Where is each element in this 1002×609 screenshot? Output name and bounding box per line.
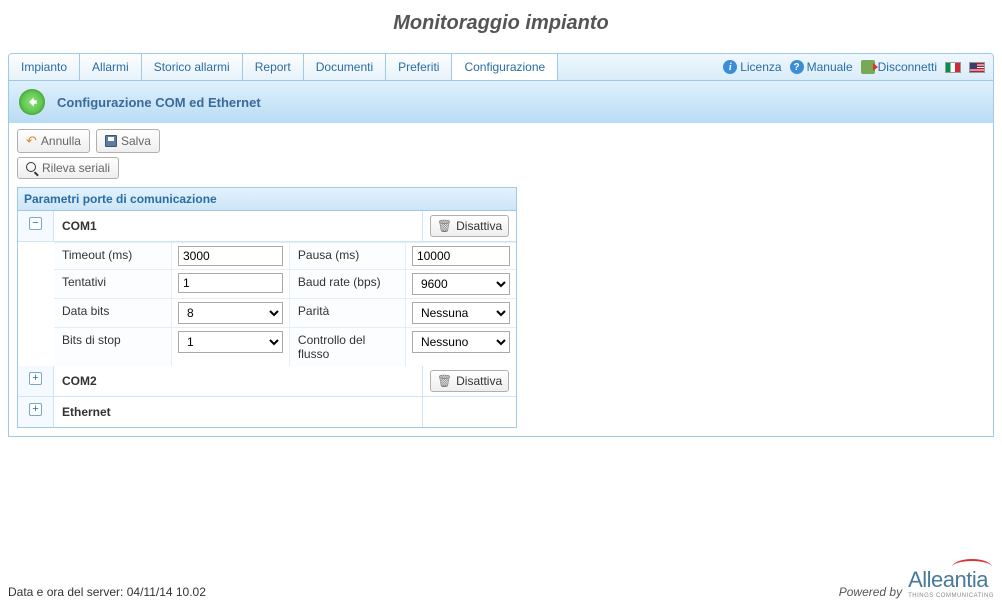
collapse-button[interactable]: − <box>29 217 42 230</box>
license-link[interactable]: iLicenza <box>723 60 781 74</box>
tab-storico-allarmi[interactable]: Storico allarmi <box>142 54 243 80</box>
tab-configurazione[interactable]: Configurazione <box>452 54 558 80</box>
tab-documenti[interactable]: Documenti <box>304 54 386 80</box>
toolbar-row2: Rileva seriali <box>9 155 993 185</box>
tab-report[interactable]: Report <box>243 54 304 80</box>
panel-title: Parametri porte di comunicazione <box>18 188 516 211</box>
parity-select[interactable]: Nessuna <box>412 302 510 324</box>
retries-label: Tentativi <box>54 270 172 298</box>
port-row-com1: − COM1 🗑 Disattiva <box>18 211 516 242</box>
parity-label: Parità <box>290 299 406 327</box>
section-header: Configurazione COM ed Ethernet <box>9 81 993 123</box>
undo-icon: ↶ <box>26 133 37 149</box>
port-row-com2: + COM2 🗑 Disattiva <box>18 366 516 397</box>
logo-subtitle: THINGS COMMUNICATING <box>908 593 994 599</box>
back-button[interactable] <box>19 89 45 115</box>
flow-label: Controllo del flusso <box>290 328 406 366</box>
license-label: Licenza <box>740 60 781 74</box>
port-name: COM2 <box>54 366 422 396</box>
baud-label: Baud rate (bps) <box>290 270 406 298</box>
help-icon: ? <box>790 60 804 74</box>
databits-label: Data bits <box>54 299 172 327</box>
manual-label: Manuale <box>807 60 853 74</box>
retries-input[interactable] <box>178 273 283 293</box>
toolbar: ↶ Annulla Salva <box>9 123 993 155</box>
disable-label: Disattiva <box>456 219 502 233</box>
flag-it[interactable] <box>945 62 961 73</box>
save-button[interactable]: Salva <box>96 129 160 153</box>
stopbits-label: Bits di stop <box>54 328 172 366</box>
page-title: Monitoraggio impianto <box>0 0 1002 53</box>
save-icon <box>105 135 117 147</box>
powered-by: Powered by Alleantia THINGS COMMUNICATIN… <box>839 567 994 599</box>
alleantia-logo: Alleantia <box>908 567 988 592</box>
trash-icon: 🗑 <box>437 374 452 388</box>
cancel-label: Annulla <box>41 134 81 148</box>
main-container: Impianto Allarmi Storico allarmi Report … <box>8 53 994 437</box>
save-label: Salva <box>121 134 151 148</box>
arrow-left-icon <box>25 95 39 109</box>
expand-button[interactable]: + <box>29 372 42 385</box>
timeout-label: Timeout (ms) <box>54 243 172 269</box>
tab-bar: Impianto Allarmi Storico allarmi Report … <box>9 54 993 81</box>
tab-allarmi[interactable]: Allarmi <box>80 54 142 80</box>
disconnect-label: Disconnetti <box>878 60 937 74</box>
tab-preferiti[interactable]: Preferiti <box>386 54 452 80</box>
cancel-button[interactable]: ↶ Annulla <box>17 129 90 153</box>
disconnect-icon <box>861 60 875 74</box>
detect-serial-button[interactable]: Rileva seriali <box>17 157 119 179</box>
disable-button[interactable]: 🗑 Disattiva <box>430 215 509 237</box>
tabs: Impianto Allarmi Storico allarmi Report … <box>9 54 715 80</box>
com-params-panel: Parametri porte di comunicazione − COM1 … <box>17 187 517 428</box>
search-icon <box>26 162 38 174</box>
manual-link[interactable]: ?Manuale <box>790 60 853 74</box>
flag-us[interactable] <box>969 62 985 73</box>
info-icon: i <box>723 60 737 74</box>
timeout-input[interactable] <box>178 246 283 266</box>
section-title: Configurazione COM ed Ethernet <box>57 95 261 110</box>
detect-label: Rileva seriali <box>42 161 110 175</box>
disconnect-link[interactable]: Disconnetti <box>861 60 937 74</box>
powered-label: Powered by <box>839 585 902 599</box>
flow-select[interactable]: Nessuno <box>412 331 510 353</box>
server-datetime: Data e ora del server: 04/11/14 10.02 <box>8 585 206 599</box>
tab-impianto[interactable]: Impianto <box>9 54 80 80</box>
stopbits-select[interactable]: 1 <box>178 331 283 353</box>
footer: Data e ora del server: 04/11/14 10.02 Po… <box>8 567 994 599</box>
pause-label: Pausa (ms) <box>290 243 406 269</box>
disable-label: Disattiva <box>456 374 502 388</box>
baud-select[interactable]: 9600 <box>412 273 510 295</box>
trash-icon: 🗑 <box>437 219 452 233</box>
databits-select[interactable]: 8 <box>178 302 283 324</box>
pause-input[interactable] <box>412 246 510 266</box>
port-name: Ethernet <box>54 397 422 427</box>
port-name: COM1 <box>54 211 422 241</box>
com1-props: Timeout (ms) Pausa (ms) Tentativi Baud r… <box>18 242 516 366</box>
disable-button[interactable]: 🗑 Disattiva <box>430 370 509 392</box>
port-row-ethernet: + Ethernet <box>18 397 516 427</box>
expand-button[interactable]: + <box>29 403 42 416</box>
top-right-links: iLicenza ?Manuale Disconnetti <box>715 54 993 80</box>
